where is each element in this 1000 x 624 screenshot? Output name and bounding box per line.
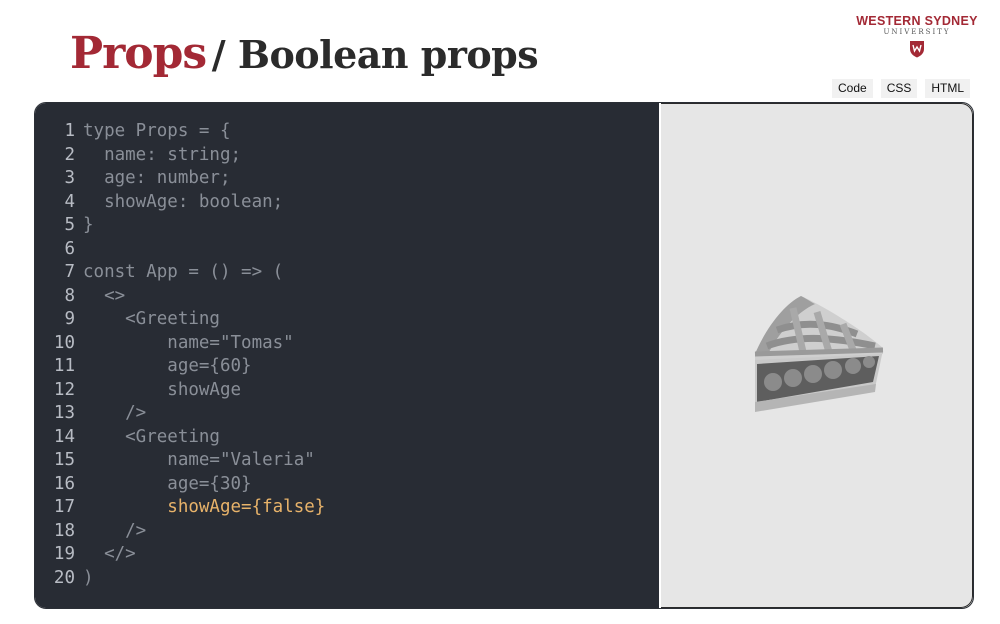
line-code: <Greeting [83,426,220,447]
line-number: 11 [53,356,75,376]
line-code: age={60} [83,356,252,376]
code-line: 12 showAge [35,379,659,403]
code-line: 19 </> [35,543,659,567]
code-line: 14 <Greeting [35,426,659,450]
line-code: name="Valeria" [83,450,315,470]
tab-css[interactable]: CSS [880,79,918,98]
line-number: 5 [64,215,75,235]
line-number: 13 [53,403,75,423]
title-main: Props [70,28,207,79]
code-line: 16 age={30} [35,473,659,497]
line-number: 8 [64,285,75,306]
code-line: 18 /> [35,520,659,544]
line-number: 6 [64,238,75,259]
line-code: ) [83,567,94,588]
line-number: 17 [53,497,75,517]
line-number: 1 [64,121,75,141]
line-number: 20 [53,567,75,588]
code-line: 11 age={60} [35,355,659,379]
line-number: 4 [64,191,75,212]
preview-pane [661,103,973,608]
line-number: 9 [64,309,75,329]
line-code: showAge={false} [83,497,326,517]
logo-line2: UNIVERSITY [883,28,951,36]
line-code: const App = () => ( [83,262,284,282]
code-line: 2 name: string; [35,144,659,168]
line-code: showAge: boolean; [83,191,284,212]
line-code: showAge [83,379,242,400]
line-number: 12 [53,379,75,400]
code-line: 1 type Props = { [35,120,659,144]
line-code: <Greeting [83,309,220,329]
pie-icon [754,296,884,412]
line-code: type Props = { [83,121,231,141]
line-code: </> [83,544,136,564]
code-line: 6 [35,238,659,262]
university-logo: WESTERN SYDNEY UNIVERSITY [852,14,982,58]
code-editor[interactable]: 1 type Props = {2 name: string; 3 age: num… [35,103,659,608]
title-sub: / Boolean props [211,32,539,77]
line-number: 16 [53,473,75,494]
line-code: /> [83,520,147,541]
line-code: <> [83,285,126,306]
line-code: age={30} [83,473,252,494]
line-number: 2 [64,144,75,165]
line-code: age: number; [83,168,231,188]
code-line: 3 age: number; [35,167,659,191]
line-number: 7 [64,262,75,282]
tab-code[interactable]: Code [832,79,873,98]
code-line: 10 name="Tomas" [35,332,659,356]
code-line: 5} [35,214,659,238]
line-number: 3 [64,168,75,188]
line-number: 14 [53,426,75,447]
code-line: 20) [35,567,659,591]
code-line: 4 showAge: boolean; [35,191,659,215]
code-line: 9 <Greeting [35,308,659,332]
code-playground: 1 type Props = {2 name: string; 3 age: num… [34,102,974,609]
shield-icon [910,41,924,58]
code-line: 8 <> [35,285,659,309]
line-code: name: string; [83,144,242,165]
line-code: /> [83,403,147,423]
code-line: 17 showAge={false} [35,496,659,520]
line-number: 10 [53,332,75,353]
code-line: 13 /> [35,402,659,426]
line-number: 18 [53,520,75,541]
code-line: 15 name="Valeria" [35,449,659,473]
tab-html[interactable]: HTML [925,79,971,98]
line-number: 15 [53,450,75,470]
logo-line1: WESTERN SYDNEY [856,14,978,28]
slide-title: Props / Boolean props [70,28,539,79]
code-line: 7 const App = () => ( [35,261,659,285]
line-number: 19 [53,544,75,564]
view-tabs: Code CSS HTML [832,79,971,98]
line-code: } [83,215,94,235]
line-code: name="Tomas" [83,332,294,353]
